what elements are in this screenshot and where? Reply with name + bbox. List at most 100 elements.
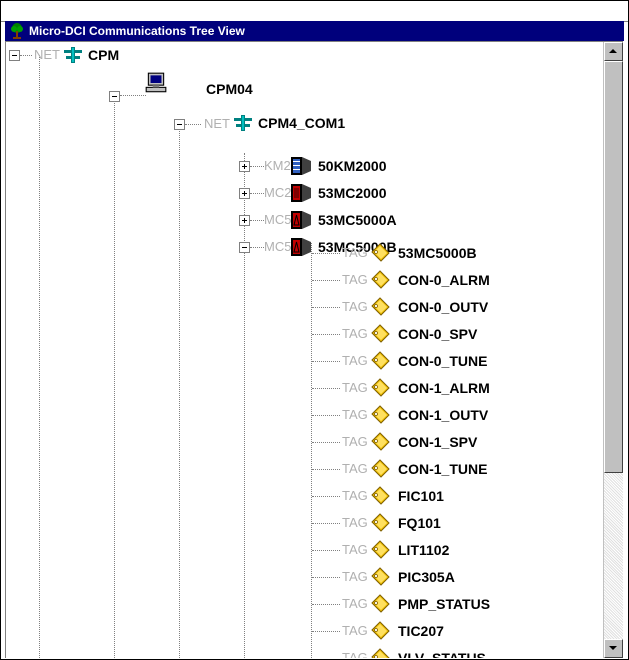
tree-node-root[interactable]: NET CPM (6, 42, 306, 68)
tree-node-tag[interactable]: TAG FIC101 (6, 483, 586, 509)
tree-client-area: NET CPM CPM04 NET CPM4_COM1 KM2 50KM2000… (5, 41, 623, 658)
node-type-prefix: TAG (342, 380, 368, 395)
tree-node-device[interactable]: KM2 50KM2000 (6, 153, 506, 179)
node-label[interactable]: 50KM2000 (318, 158, 387, 174)
expand-toggle[interactable] (239, 161, 250, 172)
node-label[interactable]: PIC305A (398, 569, 455, 585)
tree-node-device[interactable]: MC2 53MC2000 (6, 180, 506, 206)
tag-icon (371, 324, 390, 343)
node-type-prefix: NET (34, 47, 60, 62)
tag-icon (371, 297, 390, 316)
node-label[interactable]: 53MC5000B (398, 245, 477, 261)
tree-node-tag[interactable]: TAG 53MC5000B (6, 240, 586, 266)
tree-node-com[interactable]: NET CPM4_COM1 (6, 102, 406, 131)
tree-node-tag[interactable]: TAG FQ101 (6, 510, 586, 536)
node-label[interactable]: VLV_STATUS (398, 650, 486, 658)
node-label[interactable]: CON-1_TUNE (398, 461, 487, 477)
node-type-prefix: KM2 (264, 158, 291, 173)
tag-icon (371, 621, 390, 640)
node-type-prefix: MC2 (264, 185, 292, 200)
node-type-prefix: TAG (342, 434, 368, 449)
scroll-thumb[interactable] (604, 61, 623, 473)
node-label[interactable]: LIT1102 (398, 542, 449, 558)
window-title: Micro-DCI Communications Tree View (29, 24, 245, 38)
node-label[interactable]: TIC207 (398, 623, 444, 639)
node-type-prefix: TAG (342, 515, 368, 530)
node-type-prefix: TAG (342, 488, 368, 503)
tag-icon (371, 486, 390, 505)
up-arrow-icon (609, 49, 617, 53)
tree-node-tag[interactable]: TAG CON-1_ALRM (6, 375, 586, 401)
expand-toggle[interactable] (239, 215, 250, 226)
tree-node-cpu[interactable]: CPM04 (6, 71, 306, 102)
tag-icon (371, 243, 390, 262)
tag-icon (371, 513, 390, 532)
vertical-scrollbar[interactable] (603, 42, 623, 658)
computer-icon (145, 72, 167, 93)
tree-node-tag[interactable]: TAG CON-1_SPV (6, 429, 586, 455)
tree-node-tag[interactable]: TAG PMP_STATUS (6, 591, 586, 617)
node-label[interactable]: CON-1_SPV (398, 434, 477, 450)
tag-icon (371, 432, 390, 451)
down-arrow-icon (609, 646, 617, 650)
controller-icon (291, 157, 311, 175)
tag-icon (371, 270, 390, 289)
node-label[interactable]: CON-0_OUTV (398, 299, 488, 315)
tag-icon (371, 378, 390, 397)
node-label[interactable]: CON-0_SPV (398, 326, 477, 342)
tag-icon (371, 567, 390, 586)
tree-node-tag[interactable]: TAG CON-0_SPV (6, 321, 586, 347)
node-type-prefix: TAG (342, 245, 368, 260)
node-type-prefix: MC5 (264, 212, 292, 227)
node-label[interactable]: FQ101 (398, 515, 441, 531)
node-label[interactable]: CPM (88, 47, 119, 63)
tree-node-tag[interactable]: TAG CON-1_OUTV (6, 402, 586, 428)
node-type-prefix: TAG (342, 650, 368, 658)
node-label[interactable]: CON-1_ALRM (398, 380, 490, 396)
node-label[interactable]: FIC101 (398, 488, 444, 504)
collapse-toggle[interactable] (9, 50, 20, 61)
network-icon (64, 47, 82, 63)
window-frame-top (1, 1, 628, 22)
node-type-prefix: TAG (342, 569, 368, 584)
node-type-prefix: TAG (342, 596, 368, 611)
node-label[interactable]: PMP_STATUS (398, 596, 490, 612)
tag-icon (371, 405, 390, 424)
tag-icon (371, 648, 390, 658)
tag-icon (371, 594, 390, 613)
node-label[interactable]: CPM04 (206, 81, 253, 97)
scroll-up-button[interactable] (604, 42, 623, 61)
tree-node-tag[interactable]: TAG PIC305A (6, 564, 586, 590)
tree-node-tag[interactable]: TAG CON-0_ALRM (6, 267, 586, 293)
node-type-prefix: TAG (342, 407, 368, 422)
controller-icon (291, 184, 311, 202)
tag-icon (371, 459, 390, 478)
node-label[interactable]: CPM4_COM1 (258, 115, 345, 131)
tag-icon (371, 540, 390, 559)
expand-toggle[interactable] (239, 188, 250, 199)
node-label[interactable]: 53MC2000 (318, 185, 387, 201)
node-label[interactable]: CON-0_ALRM (398, 272, 490, 288)
node-type-prefix: TAG (342, 461, 368, 476)
controller-icon (291, 211, 311, 229)
node-type-prefix: TAG (342, 353, 368, 368)
node-label[interactable]: 53MC5000A (318, 212, 397, 228)
scroll-down-button[interactable] (604, 639, 623, 658)
node-label[interactable]: CON-0_TUNE (398, 353, 487, 369)
title-bar[interactable]: Micro-DCI Communications Tree View (5, 21, 624, 41)
node-label[interactable]: CON-1_OUTV (398, 407, 488, 423)
tree-node-device[interactable]: MC5 53MC5000A (6, 207, 506, 233)
tree-node-tag[interactable]: TAG CON-1_TUNE (6, 456, 586, 482)
communications-tree[interactable]: NET CPM CPM04 NET CPM4_COM1 KM2 50KM2000… (6, 42, 604, 658)
tree-node-tag[interactable]: TAG LIT1102 (6, 537, 586, 563)
network-icon (234, 115, 252, 131)
tree-node-tag[interactable]: TAG CON-0_OUTV (6, 294, 586, 320)
tree-icon (11, 23, 23, 39)
tree-node-tag[interactable]: TAG VLV_STATUS (6, 645, 586, 658)
collapse-toggle[interactable] (174, 119, 185, 130)
tree-node-tag[interactable]: TAG TIC207 (6, 618, 586, 644)
tree-node-tag[interactable]: TAG CON-0_TUNE (6, 348, 586, 374)
node-type-prefix: TAG (342, 326, 368, 341)
collapse-toggle[interactable] (109, 91, 120, 102)
node-type-prefix: TAG (342, 299, 368, 314)
